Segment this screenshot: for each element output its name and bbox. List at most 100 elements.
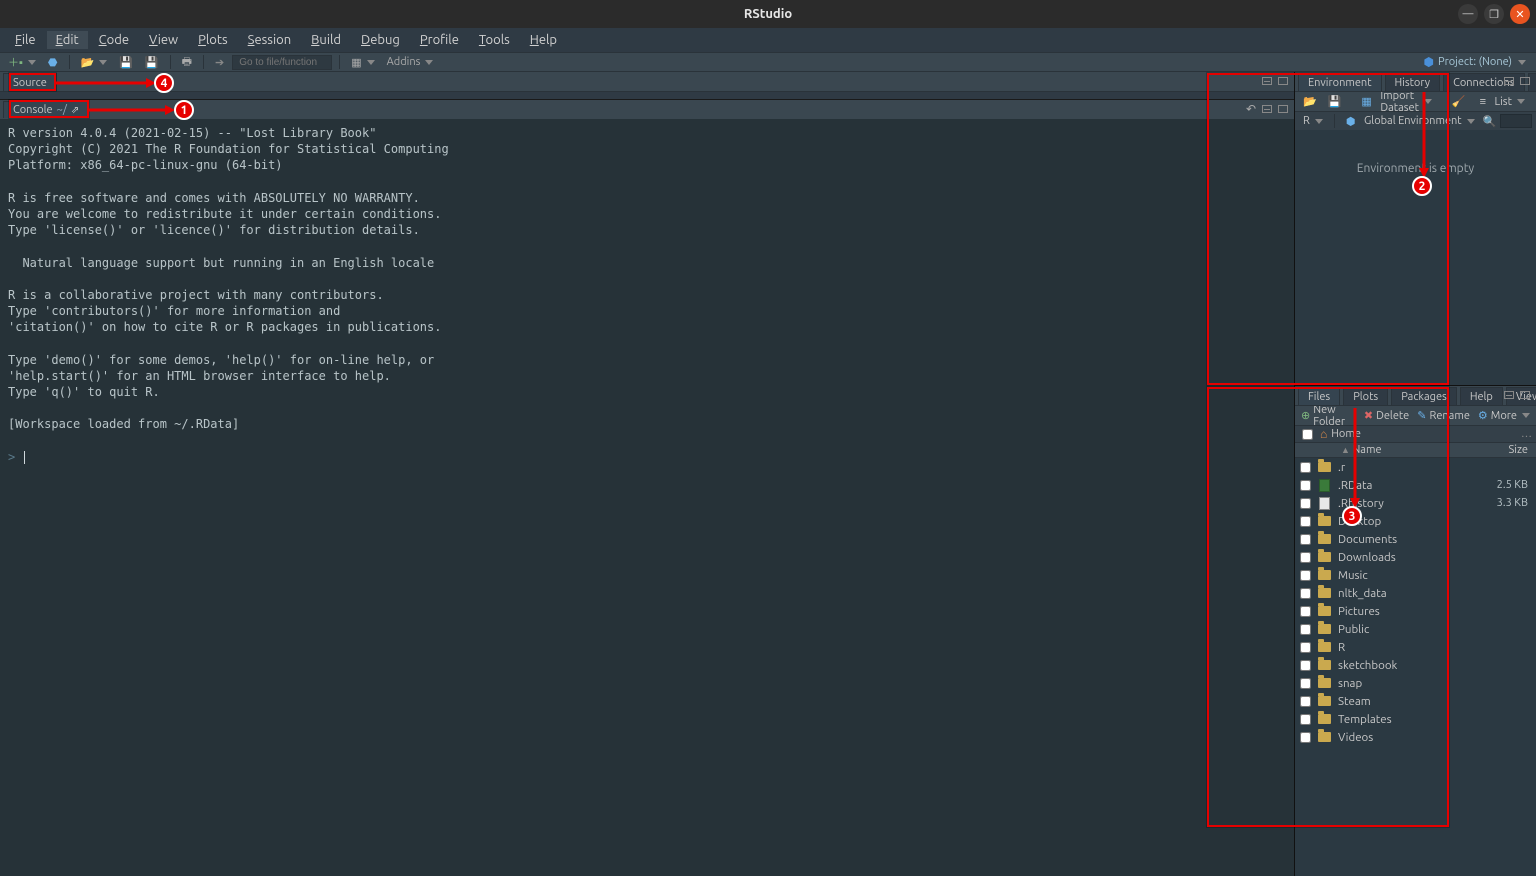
env-clear-button[interactable]: 🧹 (1448, 94, 1470, 109)
file-checkbox[interactable] (1300, 516, 1311, 527)
chevron-down-icon (1518, 60, 1526, 65)
col-size-label[interactable]: Size (1509, 444, 1528, 456)
file-checkbox[interactable] (1300, 552, 1311, 563)
col-name-label[interactable]: Name (1352, 444, 1381, 456)
file-checkbox[interactable] (1300, 714, 1311, 725)
file-name[interactable]: .r (1338, 461, 1484, 474)
files-tab-packages[interactable]: Packages (1391, 387, 1457, 405)
file-checkbox[interactable] (1300, 498, 1311, 509)
home-icon[interactable]: ⌂ (1320, 427, 1327, 441)
file-name[interactable]: Public (1338, 623, 1484, 636)
file-checkbox[interactable] (1300, 480, 1311, 491)
file-checkbox[interactable] (1300, 696, 1311, 707)
file-checkbox[interactable] (1300, 660, 1311, 671)
file-name[interactable]: Music (1338, 569, 1484, 582)
addins-button[interactable]: Addins (383, 55, 438, 69)
import-dataset-button[interactable]: ▦ Import Dataset (1357, 89, 1435, 115)
file-checkbox[interactable] (1300, 462, 1311, 473)
env-maximize-icon[interactable] (1518, 74, 1532, 88)
file-name[interactable]: Videos (1338, 731, 1484, 744)
menu-file[interactable]: File (6, 31, 45, 49)
new-folder-button[interactable]: ⊕New Folder (1297, 403, 1360, 429)
maximize-button[interactable]: ❐ (1484, 4, 1504, 24)
console-minimize-icon[interactable] (1260, 102, 1274, 116)
file-checkbox[interactable] (1300, 624, 1311, 635)
folder-icon (1316, 622, 1332, 636)
file-checkbox[interactable] (1300, 732, 1311, 743)
file-checkbox[interactable] (1300, 570, 1311, 581)
file-name[interactable]: R (1338, 641, 1484, 654)
file-name[interactable]: nltk_data (1338, 587, 1484, 600)
rename-button[interactable]: ✎Rename (1413, 408, 1474, 423)
env-search-input[interactable] (1500, 114, 1532, 128)
env-save-button[interactable]: 💾 (1324, 94, 1346, 109)
file-name[interactable]: Documents (1338, 533, 1484, 546)
env-tab-history[interactable]: History (1385, 73, 1441, 91)
env-body: Environment is empty (1295, 130, 1536, 385)
env-load-button[interactable]: 📂 (1299, 94, 1321, 109)
env-minimize-icon[interactable] (1502, 74, 1516, 88)
minimize-button[interactable]: — (1458, 4, 1478, 24)
menu-code[interactable]: Code (90, 31, 138, 49)
file-checkbox[interactable] (1300, 534, 1311, 545)
file-name[interactable]: .Rhistory (1338, 497, 1484, 510)
save-all-button[interactable]: 💾 (141, 55, 163, 70)
source-tab[interactable]: Source (3, 73, 57, 91)
breadcrumb-home[interactable]: Home (1331, 428, 1361, 440)
project-selector[interactable]: ⬢ Project: (None) (1424, 55, 1532, 69)
save-button[interactable]: 💾 (115, 55, 137, 70)
grid-button[interactable]: ▦ (347, 55, 378, 70)
more-button[interactable]: ⚙More (1474, 408, 1534, 423)
env-r-button[interactable]: R (1299, 114, 1327, 128)
file-checkbox[interactable] (1300, 642, 1311, 653)
select-all-checkbox[interactable] (1302, 429, 1313, 440)
close-button[interactable]: ✕ (1510, 4, 1530, 24)
source-maximize-icon[interactable] (1276, 74, 1290, 88)
new-project-button[interactable]: ⬣ (44, 55, 62, 70)
titlebar: RStudio — ❐ ✕ (0, 0, 1536, 28)
files-more-path-icon[interactable]: … (1521, 428, 1532, 440)
files-tab-files[interactable]: Files (1298, 387, 1340, 405)
menu-debug[interactable]: Debug (352, 31, 409, 49)
file-name[interactable]: Steam (1338, 695, 1484, 708)
file-size: 3.3 KB (1484, 497, 1536, 509)
menu-help[interactable]: Help (521, 31, 566, 49)
console-maximize-icon[interactable] (1276, 102, 1290, 116)
open-file-button[interactable]: 📂 (77, 55, 112, 70)
file-name[interactable]: sketchbook (1338, 659, 1484, 672)
files-tab-help[interactable]: Help (1460, 387, 1503, 405)
file-checkbox[interactable] (1300, 588, 1311, 599)
env-scope-button[interactable]: ⬢ Global Environment (1342, 114, 1479, 129)
menu-build[interactable]: Build (302, 31, 350, 49)
file-name[interactable]: Pictures (1338, 605, 1484, 618)
menu-session[interactable]: Session (239, 31, 300, 49)
source-minimize-icon[interactable] (1260, 74, 1274, 88)
menu-tools[interactable]: Tools (470, 31, 519, 49)
print-button[interactable]: 🖶 (178, 52, 196, 73)
menu-view[interactable]: View (140, 31, 187, 49)
new-file-button[interactable]: ＋▪ (4, 53, 40, 71)
menu-plots[interactable]: Plots (189, 31, 237, 49)
files-maximize-icon[interactable] (1518, 388, 1532, 402)
file-name[interactable]: Downloads (1338, 551, 1484, 564)
menu-profile[interactable]: Profile (411, 31, 468, 49)
env-tab-environment[interactable]: Environment (1298, 73, 1382, 91)
file-name[interactable]: Templates (1338, 713, 1484, 726)
console-popout-icon[interactable]: ⇗ (71, 104, 79, 116)
delete-button[interactable]: ✖Delete (1360, 408, 1413, 423)
file-name[interactable]: .RData (1338, 479, 1484, 492)
files-tab-plots[interactable]: Plots (1343, 387, 1388, 405)
console-tab[interactable]: Console ~/ ⇗ (3, 101, 89, 118)
files-minimize-icon[interactable] (1502, 388, 1516, 402)
console-body[interactable]: R version 4.0.4 (2021-02-15) -- "Lost Li… (0, 119, 1294, 876)
file-name[interactable]: snap (1338, 677, 1484, 690)
folder-icon (1316, 514, 1332, 528)
menu-edit[interactable]: Edit (47, 31, 88, 49)
env-list-button[interactable]: ≡ List (1476, 95, 1529, 109)
file-checkbox[interactable] (1300, 606, 1311, 617)
console-clear-icon[interactable]: ↶ (1244, 102, 1258, 116)
rdata-icon (1316, 478, 1332, 492)
goto-file-input[interactable] (232, 55, 332, 70)
file-name[interactable]: Desktop (1338, 515, 1484, 528)
file-checkbox[interactable] (1300, 678, 1311, 689)
